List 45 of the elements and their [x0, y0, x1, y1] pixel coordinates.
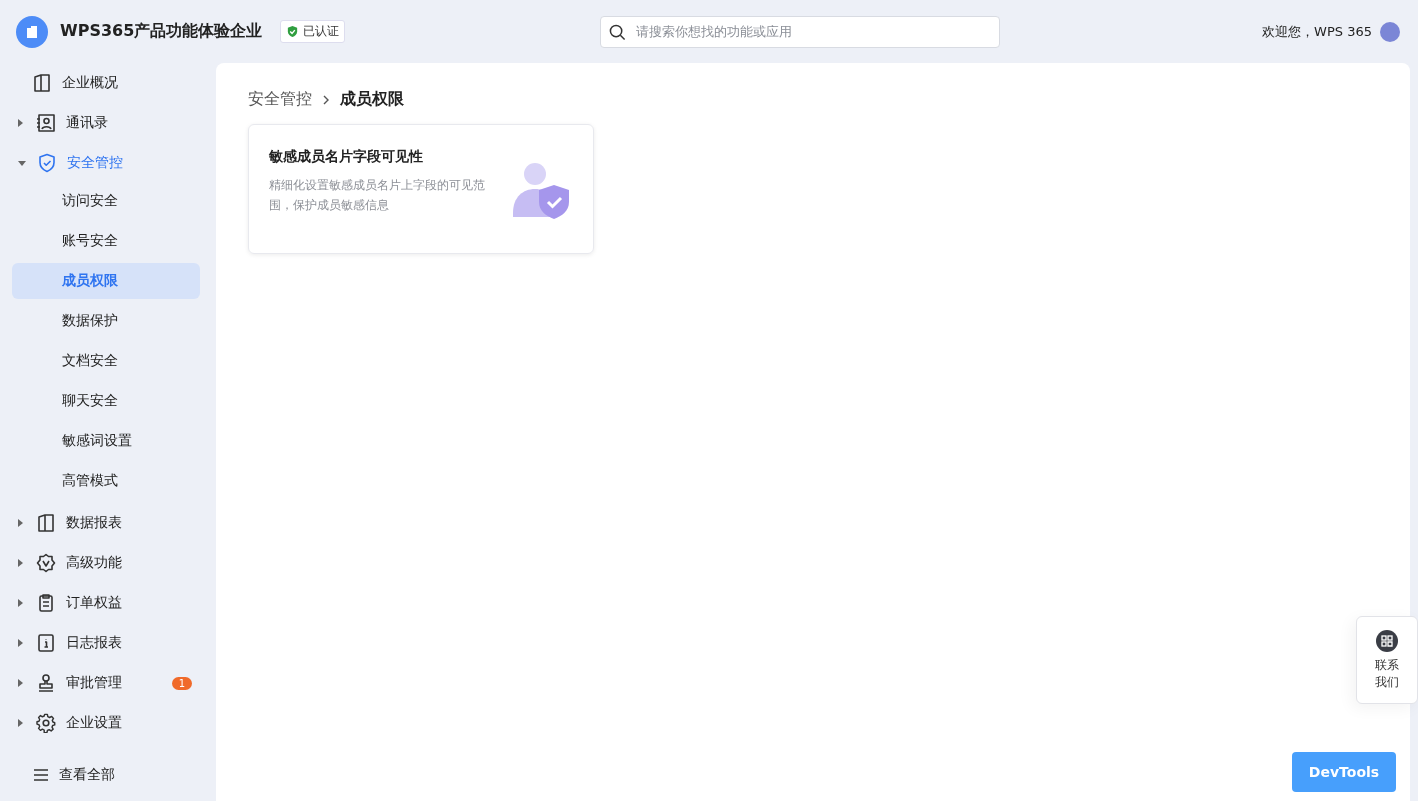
welcome-text: 欢迎您，WPS 365: [1262, 22, 1372, 41]
avatar[interactable]: [1380, 21, 1400, 42]
grid-icon: [1376, 630, 1398, 652]
view-all-link[interactable]: 查看全部: [12, 759, 200, 791]
sidebar-item[interactable]: 安全管控: [12, 143, 200, 183]
card-description: 精细化设置敏感成员名片上字段的可见范围，保护成员敏感信息: [269, 177, 486, 214]
stamp-icon: [36, 673, 56, 693]
sidebar-subitem[interactable]: 文档安全: [12, 343, 200, 379]
user-shield-illustration: [513, 163, 571, 221]
settings-icon: [36, 713, 56, 733]
sidebar-subitem[interactable]: 账号安全: [12, 223, 200, 259]
sidebar-item[interactable]: 数据报表: [12, 503, 200, 543]
logo-icon: [16, 15, 48, 48]
building-icon: [32, 73, 52, 93]
info-icon: [36, 633, 56, 653]
sidebar-item[interactable]: 审批管理 1: [12, 663, 200, 703]
chevron-right-icon: [322, 93, 330, 106]
sidebar-item[interactable]: 通讯录: [12, 103, 200, 143]
sidebar-subitem[interactable]: 敏感词设置: [12, 423, 200, 459]
shield-check-icon: [37, 153, 57, 173]
sidebar-item[interactable]: 高级功能: [12, 543, 200, 583]
organization-name: WPS365产品功能体验企业: [60, 21, 263, 42]
sidebar-subitem[interactable]: 访问安全: [12, 183, 200, 219]
contact-card-icon: [36, 113, 56, 133]
search-icon: [609, 23, 626, 41]
feature-card[interactable]: 敏感成员名片字段可见性 精细化设置敏感成员名片上字段的可见范围，保护成员敏感信息: [248, 124, 594, 254]
notification-badge: 1: [171, 676, 192, 690]
sidebar-subitem[interactable]: 聊天安全: [12, 383, 200, 419]
sidebar-item[interactable]: 订单权益: [12, 583, 200, 623]
badge-check-icon: [36, 553, 56, 573]
breadcrumb-item[interactable]: 安全管控: [248, 89, 312, 110]
building-icon: [36, 513, 56, 533]
search-field[interactable]: 请搜索你想找的功能或应用: [600, 15, 1000, 48]
contact-us-button[interactable]: 联系我们: [1356, 616, 1418, 704]
card-title: 敏感成员名片字段可见性: [269, 148, 424, 166]
sidebar-subitem[interactable]: 数据保护: [12, 303, 200, 339]
clipboard-icon: [36, 593, 56, 613]
sidebar-item[interactable]: 企业概况: [12, 63, 200, 103]
sidebar-item[interactable]: 日志报表: [12, 623, 200, 663]
sidebar-subitem[interactable]: 高管模式: [12, 463, 200, 499]
breadcrumb-item: 成员权限: [340, 89, 404, 110]
verified-badge: 已认证: [280, 20, 346, 43]
sidebar-item[interactable]: 企业设置: [12, 703, 200, 743]
menu-icon: [34, 769, 48, 781]
shield-check-icon: [286, 25, 300, 38]
